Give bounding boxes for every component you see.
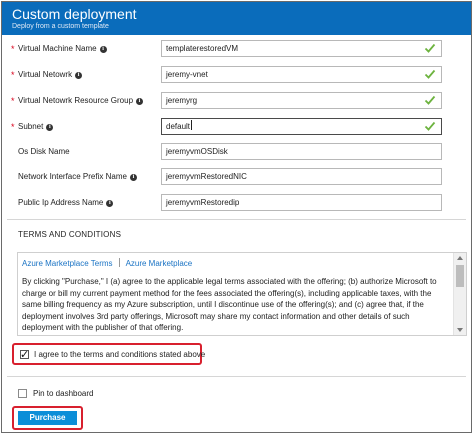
footer-divider xyxy=(7,376,466,377)
field-virtual-network: * Virtual Netowrk i jeremy-vnet xyxy=(2,66,471,86)
terms-links: Azure Marketplace Terms Azure Marketplace xyxy=(22,258,192,268)
os-disk-name-input[interactable]: jeremyvmOSDisk xyxy=(161,143,442,160)
field-label: Subnet i xyxy=(18,122,54,131)
subnet-input[interactable]: default xyxy=(161,118,442,135)
scrollbar-thumb[interactable] xyxy=(456,265,464,287)
public-ip-address-name-input[interactable]: jeremyvmRestoredip xyxy=(161,194,442,211)
required-asterisk: * xyxy=(11,122,15,132)
required-asterisk: * xyxy=(11,44,15,54)
azure-marketplace-terms-link[interactable]: Azure Marketplace Terms xyxy=(22,259,113,268)
info-icon[interactable]: i xyxy=(106,200,114,207)
required-asterisk: * xyxy=(11,96,15,106)
input-value: jeremyvmOSDisk xyxy=(166,147,228,156)
field-label: Virtual Netowrk i xyxy=(18,70,83,79)
terms-heading: TERMS AND CONDITIONS xyxy=(18,230,122,239)
field-label: Os Disk Name xyxy=(18,147,70,156)
field-label: Virtual Netowrk Resource Group i xyxy=(18,96,144,105)
input-value: jeremyvmRestoredip xyxy=(166,198,240,207)
purchase-highlight: Purchase xyxy=(12,406,83,430)
network-interface-prefix-name-input[interactable]: jeremyvmRestoredNIC xyxy=(161,168,442,185)
field-label: Virtual Machine Name i xyxy=(18,44,107,53)
agree-label[interactable]: I agree to the terms and conditions stat… xyxy=(34,350,205,359)
input-value: jeremyvmRestoredNIC xyxy=(166,172,247,181)
virtual-machine-name-input[interactable]: templaterestoredVM xyxy=(161,40,442,57)
checkmark-icon xyxy=(424,43,436,53)
section-divider xyxy=(7,219,466,220)
text-cursor xyxy=(191,120,193,130)
input-value: templaterestoredVM xyxy=(166,44,239,53)
checkmark-icon xyxy=(424,121,436,131)
info-icon[interactable]: i xyxy=(129,174,137,181)
blade-header: Custom deployment Deploy from a custom t… xyxy=(2,2,471,35)
agree-highlight: ✓ I agree to the terms and conditions st… xyxy=(12,343,205,365)
azure-marketplace-link[interactable]: Azure Marketplace xyxy=(126,259,193,268)
field-network-interface-prefix-name: Network Interface Prefix Name i jeremyvmR… xyxy=(2,168,471,188)
pin-to-dashboard-checkbox[interactable] xyxy=(18,389,27,398)
terms-box: Azure Marketplace Terms Azure Marketplace… xyxy=(17,252,467,336)
input-value: default xyxy=(166,122,191,131)
scroll-up-icon[interactable] xyxy=(457,256,463,260)
virtual-network-input[interactable]: jeremy-vnet xyxy=(161,66,442,83)
info-icon[interactable]: i xyxy=(136,98,144,105)
field-label: Network Interface Prefix Name i xyxy=(18,172,137,181)
input-value: jeremy-vnet xyxy=(166,70,208,79)
terms-text: By clicking "Purchase," I (a) agree to t… xyxy=(22,277,437,332)
field-virtual-network-resource-group: * Virtual Netowrk Resource Group i jeremy… xyxy=(2,92,471,112)
field-subnet: * Subnet i default xyxy=(2,118,471,138)
custom-deployment-blade: Custom deployment Deploy from a custom t… xyxy=(1,1,472,433)
blade-subtitle: Deploy from a custom template xyxy=(12,23,109,30)
agree-checkbox[interactable]: ✓ xyxy=(20,348,30,361)
blade-title: Custom deployment xyxy=(12,6,137,22)
info-icon[interactable]: i xyxy=(75,72,83,79)
field-public-ip-address-name: Public Ip Address Name i jeremyvmRestored… xyxy=(2,194,471,214)
field-os-disk-name: Os Disk Name jeremyvmOSDisk xyxy=(2,143,471,163)
terms-scrollbar[interactable] xyxy=(453,253,466,335)
link-separator xyxy=(118,258,120,267)
checkmark-icon: ✓ xyxy=(20,348,30,361)
field-virtual-machine-name: * Virtual Machine Name i templaterestored… xyxy=(2,40,471,60)
input-value: jeremyrg xyxy=(166,96,198,105)
pin-to-dashboard-label[interactable]: Pin to dashboard xyxy=(33,389,94,398)
scroll-down-icon[interactable] xyxy=(457,328,463,332)
checkmark-icon xyxy=(424,95,436,105)
info-icon[interactable]: i xyxy=(99,46,107,53)
required-asterisk: * xyxy=(11,70,15,80)
field-label: Public Ip Address Name i xyxy=(18,198,114,207)
purchase-button[interactable]: Purchase xyxy=(18,411,77,425)
checkmark-icon xyxy=(424,69,436,79)
info-icon[interactable]: i xyxy=(46,124,54,131)
virtual-network-resource-group-input[interactable]: jeremyrg xyxy=(161,92,442,109)
